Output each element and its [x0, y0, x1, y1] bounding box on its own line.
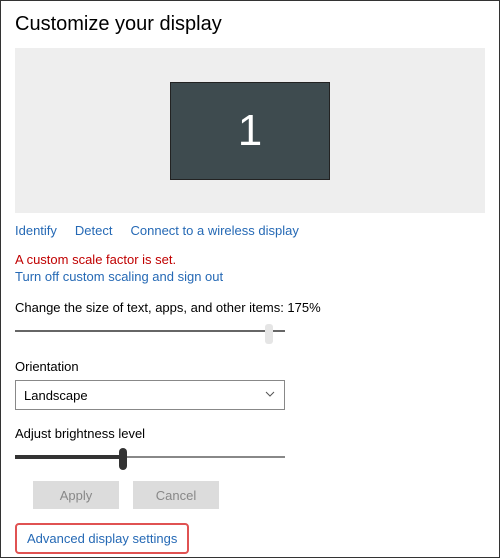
connect-wireless-link[interactable]: Connect to a wireless display	[131, 223, 299, 238]
apply-button[interactable]: Apply	[33, 481, 119, 509]
display-monitor-1[interactable]: 1	[170, 82, 330, 180]
page-title: Customize your display	[15, 13, 485, 36]
orientation-dropdown[interactable]: Landscape	[15, 380, 285, 410]
slider-track-fill	[15, 455, 123, 459]
orientation-selected: Landscape	[24, 388, 88, 403]
orientation-label: Orientation	[15, 359, 485, 374]
chevron-down-icon	[264, 388, 276, 403]
button-row: Apply Cancel	[33, 481, 485, 509]
advanced-display-settings-link[interactable]: Advanced display settings	[15, 523, 189, 554]
scale-label: Change the size of text, apps, and other…	[15, 300, 485, 315]
identify-link[interactable]: Identify	[15, 223, 57, 238]
slider-thumb[interactable]	[119, 448, 127, 470]
cancel-button[interactable]: Cancel	[133, 481, 219, 509]
display-actions: Identify Detect Connect to a wireless di…	[15, 223, 485, 238]
slider-track	[15, 330, 285, 332]
slider-thumb[interactable]	[265, 324, 273, 344]
monitor-arrangement-area[interactable]: 1	[15, 48, 485, 213]
scale-slider[interactable]	[15, 321, 285, 345]
brightness-label: Adjust brightness level	[15, 426, 485, 441]
custom-scale-warning: A custom scale factor is set.	[15, 252, 485, 267]
monitor-number: 1	[238, 106, 262, 156]
detect-link[interactable]: Detect	[75, 223, 113, 238]
brightness-slider[interactable]	[15, 447, 285, 471]
turn-off-scaling-link[interactable]: Turn off custom scaling and sign out	[15, 269, 485, 284]
